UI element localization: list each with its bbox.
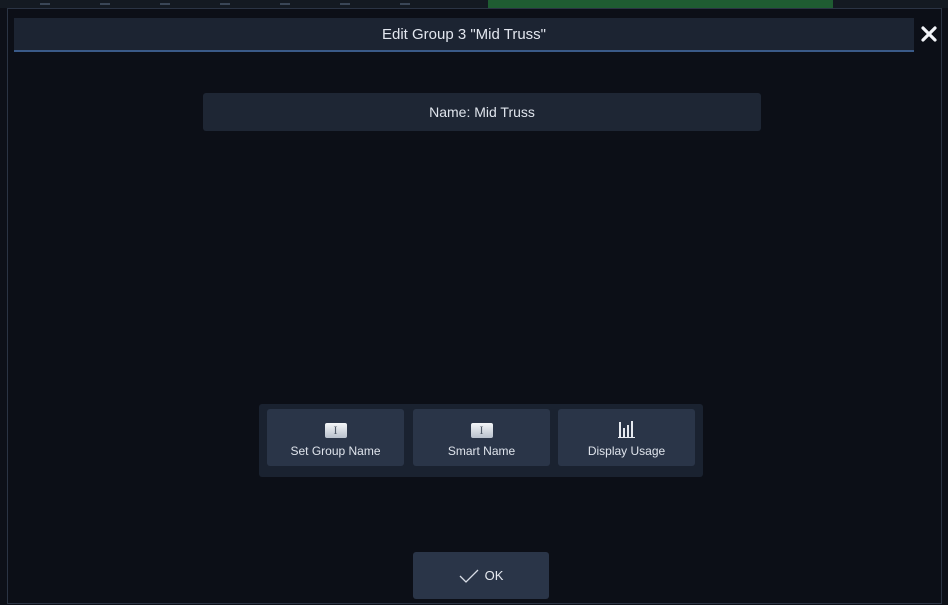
- edit-group-dialog: Edit Group 3 "Mid Truss" Name: Mid Truss…: [7, 8, 942, 604]
- group-name-field[interactable]: Name: Mid Truss: [203, 93, 761, 131]
- dialog-title-bar: Edit Group 3 "Mid Truss": [14, 18, 914, 52]
- background-green-bar: [488, 0, 833, 8]
- display-usage-button[interactable]: Display Usage: [558, 409, 695, 466]
- set-group-name-button[interactable]: I Set Group Name: [267, 409, 404, 466]
- action-button-group: I Set Group Name I Smart Name Display Us…: [259, 404, 703, 477]
- text-cursor-icon: I: [324, 418, 347, 438]
- close-button[interactable]: [916, 19, 942, 49]
- smart-name-button[interactable]: I Smart Name: [413, 409, 550, 466]
- dialog-title: Edit Group 3 "Mid Truss": [381, 25, 547, 43]
- group-name-label: Name: Mid Truss: [429, 104, 535, 120]
- text-cursor-icon: I: [470, 418, 493, 438]
- background-dots: [40, 3, 420, 5]
- close-icon: [921, 26, 937, 42]
- screen: Edit Group 3 "Mid Truss" Name: Mid Truss…: [0, 0, 948, 605]
- checkmark-icon: [459, 569, 479, 583]
- smart-name-label: Smart Name: [447, 443, 516, 458]
- set-group-name-label: Set Group Name: [290, 443, 381, 458]
- display-usage-label: Display Usage: [587, 443, 666, 458]
- background-strip: [0, 0, 948, 8]
- bar-chart-icon: [617, 418, 637, 438]
- ok-button[interactable]: OK: [413, 552, 549, 599]
- ok-label: OK: [484, 568, 504, 583]
